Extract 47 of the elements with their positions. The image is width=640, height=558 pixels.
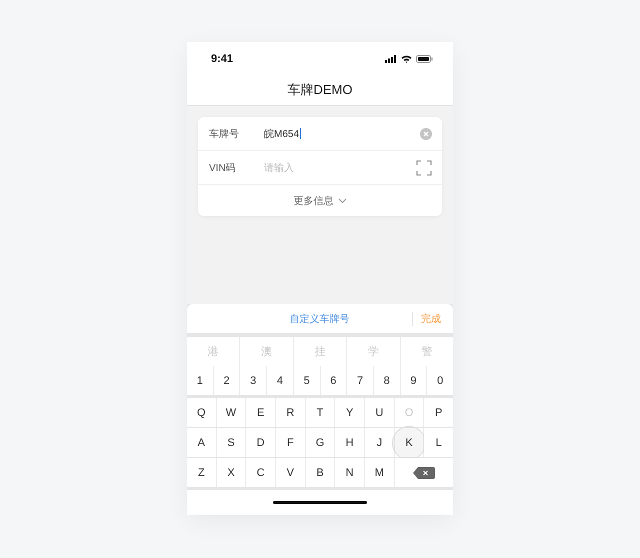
keyboard-key[interactable]: Q — [187, 398, 216, 427]
signal-icon — [385, 54, 397, 62]
keyboard-key[interactable]: B — [306, 458, 334, 487]
field-label: VIN码 — [209, 162, 237, 174]
keyboard-key[interactable]: D — [246, 428, 275, 457]
keyboard-key[interactable]: S — [216, 428, 246, 457]
keyboard-key[interactable]: 6 — [320, 366, 346, 395]
keyboard-key[interactable]: F — [276, 428, 305, 457]
keyboard-key[interactable]: 4 — [267, 366, 293, 395]
status-time: 9:41 — [211, 52, 234, 64]
keyboard-key[interactable]: P — [424, 398, 453, 427]
scan-icon[interactable] — [416, 160, 432, 176]
keyboard-key[interactable]: W — [216, 398, 246, 427]
keyboard-key[interactable]: Z — [187, 458, 216, 487]
keyboard-key[interactable]: M — [364, 458, 394, 487]
keyboard-key[interactable]: C — [246, 458, 275, 487]
keyboard-key[interactable]: 1 — [187, 366, 213, 395]
keyboard-key[interactable]: 9 — [400, 366, 426, 395]
backspace-icon — [412, 466, 435, 478]
keyboard-key[interactable]: X — [216, 458, 246, 487]
keyboard-key[interactable]: J — [364, 428, 394, 457]
input-field[interactable]: 皖M654 — [264, 124, 420, 142]
keyboard-key[interactable]: V — [276, 458, 305, 487]
keyboard-key[interactable]: N — [335, 458, 364, 487]
delete-key[interactable] — [394, 458, 453, 487]
page-title: 车牌DEMO — [288, 81, 352, 99]
keyboard-key[interactable]: 2 — [214, 366, 240, 395]
keyboard-key[interactable]: 8 — [374, 366, 400, 395]
keyboard-key[interactable]: R — [276, 398, 305, 427]
keyboard-key[interactable]: 5 — [294, 366, 320, 395]
more-info-button[interactable]: 更多信息 — [292, 192, 348, 210]
keyboard-key[interactable]: A — [187, 428, 216, 457]
keyboard-key[interactable]: U — [364, 398, 394, 427]
field-label: 车牌号 — [209, 128, 240, 140]
keyboard-key[interactable]: 7 — [347, 366, 373, 395]
keyboard-key[interactable]: T — [306, 398, 334, 427]
keyboard-key[interactable]: Y — [335, 398, 364, 427]
wifi-icon — [401, 54, 412, 62]
keyboard-key[interactable]: 0 — [427, 366, 453, 395]
keyboard-key[interactable]: 3 — [240, 366, 266, 395]
keyboard-key[interactable]: K — [394, 428, 424, 457]
keyboard-key[interactable]: E — [246, 398, 275, 427]
keyboard-key[interactable]: H — [335, 428, 364, 457]
chevron-down-icon — [338, 198, 346, 204]
battery-icon — [416, 54, 433, 62]
keyboard-key[interactable]: L — [424, 428, 453, 457]
keyboard-key[interactable]: G — [306, 428, 334, 457]
